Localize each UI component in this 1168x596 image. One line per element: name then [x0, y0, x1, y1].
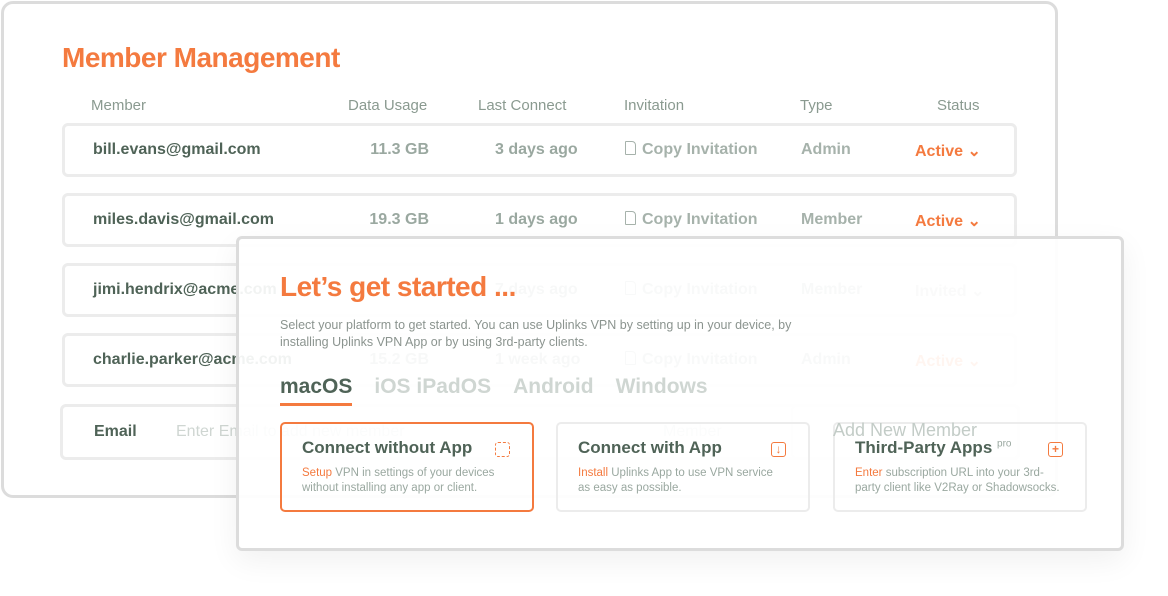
- card-title: Connect with App: [578, 438, 722, 457]
- col-type: Type: [800, 97, 833, 114]
- data-usage: 19.3 GB: [369, 211, 429, 228]
- col-status: Status: [937, 97, 980, 114]
- copy-invitation-label: Copy Invitation: [642, 141, 758, 158]
- tab-windows[interactable]: Windows: [616, 375, 708, 406]
- card-description: Install Uplinks App to use VPN service a…: [578, 466, 788, 496]
- card-lead: Install: [578, 467, 609, 479]
- chevron-down-icon: ⌄: [967, 213, 981, 230]
- add-new-member-label: Add New Member: [832, 420, 978, 440]
- chevron-down-icon: ⌄: [967, 143, 981, 160]
- dialog-description: Select your platform to get started. You…: [280, 318, 792, 349]
- col-member: Member: [91, 97, 147, 114]
- card-title: Connect without App: [302, 438, 473, 457]
- download-icon: ↓: [771, 442, 786, 457]
- email-label: Email: [94, 423, 137, 440]
- copy-invitation-link[interactable]: Copy Invitation: [625, 211, 758, 229]
- status-label: Active: [915, 143, 964, 160]
- card-description: Setup VPN in settings of your devices wi…: [302, 466, 512, 496]
- document-icon: [625, 211, 636, 225]
- card-title: Third-Party Apps pro: [855, 438, 1065, 458]
- dialog-title: Let’s get started ...: [280, 271, 516, 302]
- last-connect: 3 days ago: [495, 141, 578, 158]
- tab-ios[interactable]: iOS iPadOS: [374, 375, 491, 406]
- member-type: Member: [801, 211, 863, 228]
- last-connect: 1 days ago: [495, 211, 578, 228]
- col-data-usage: Data Usage: [348, 97, 428, 114]
- card-connect-without-app[interactable]: Connect without App Setup VPN in setting…: [280, 422, 534, 512]
- col-last-connect: Last Connect: [478, 97, 567, 114]
- data-usage: 11.3 GB: [370, 141, 429, 158]
- member-row: bill.evans@gmail.com 11.3 GB 3 days ago …: [62, 123, 1017, 177]
- tab-macos[interactable]: macOS: [280, 375, 353, 406]
- plus-icon: +: [1048, 442, 1063, 457]
- col-invitation: Invitation: [624, 97, 685, 114]
- member-email: miles.davis@gmail.com: [93, 211, 275, 228]
- card-text: subscription URL into your 3rd-party cli…: [855, 467, 1060, 494]
- get-started-dialog: Let’s get started ... Select your platfo…: [236, 236, 1124, 551]
- card-lead: Setup: [302, 467, 333, 479]
- platform-tabs: macOS iOS iPadOS Android Windows: [280, 375, 708, 406]
- card-lead: Enter: [855, 467, 883, 479]
- card-connect-with-app[interactable]: Connect with App ↓ Install Uplinks App t…: [556, 422, 810, 512]
- member-type: Admin: [801, 141, 851, 158]
- card-description: Enter subscription URL into your 3rd-par…: [855, 466, 1065, 496]
- pro-badge: pro: [997, 438, 1012, 450]
- document-icon: [625, 141, 636, 155]
- member-email: bill.evans@gmail.com: [93, 141, 261, 158]
- status-dropdown[interactable]: Active ⌄: [915, 141, 981, 161]
- copy-invitation-link[interactable]: Copy Invitation: [625, 141, 758, 159]
- status-label: Active: [915, 213, 964, 230]
- status-dropdown[interactable]: Active ⌄: [915, 211, 981, 231]
- card-text: Uplinks App to use VPN service as easy a…: [578, 467, 773, 494]
- dashed-square-icon: [495, 442, 510, 457]
- copy-invitation-label: Copy Invitation: [642, 211, 758, 228]
- page-title: Member Management: [62, 42, 340, 73]
- tab-android[interactable]: Android: [513, 375, 593, 406]
